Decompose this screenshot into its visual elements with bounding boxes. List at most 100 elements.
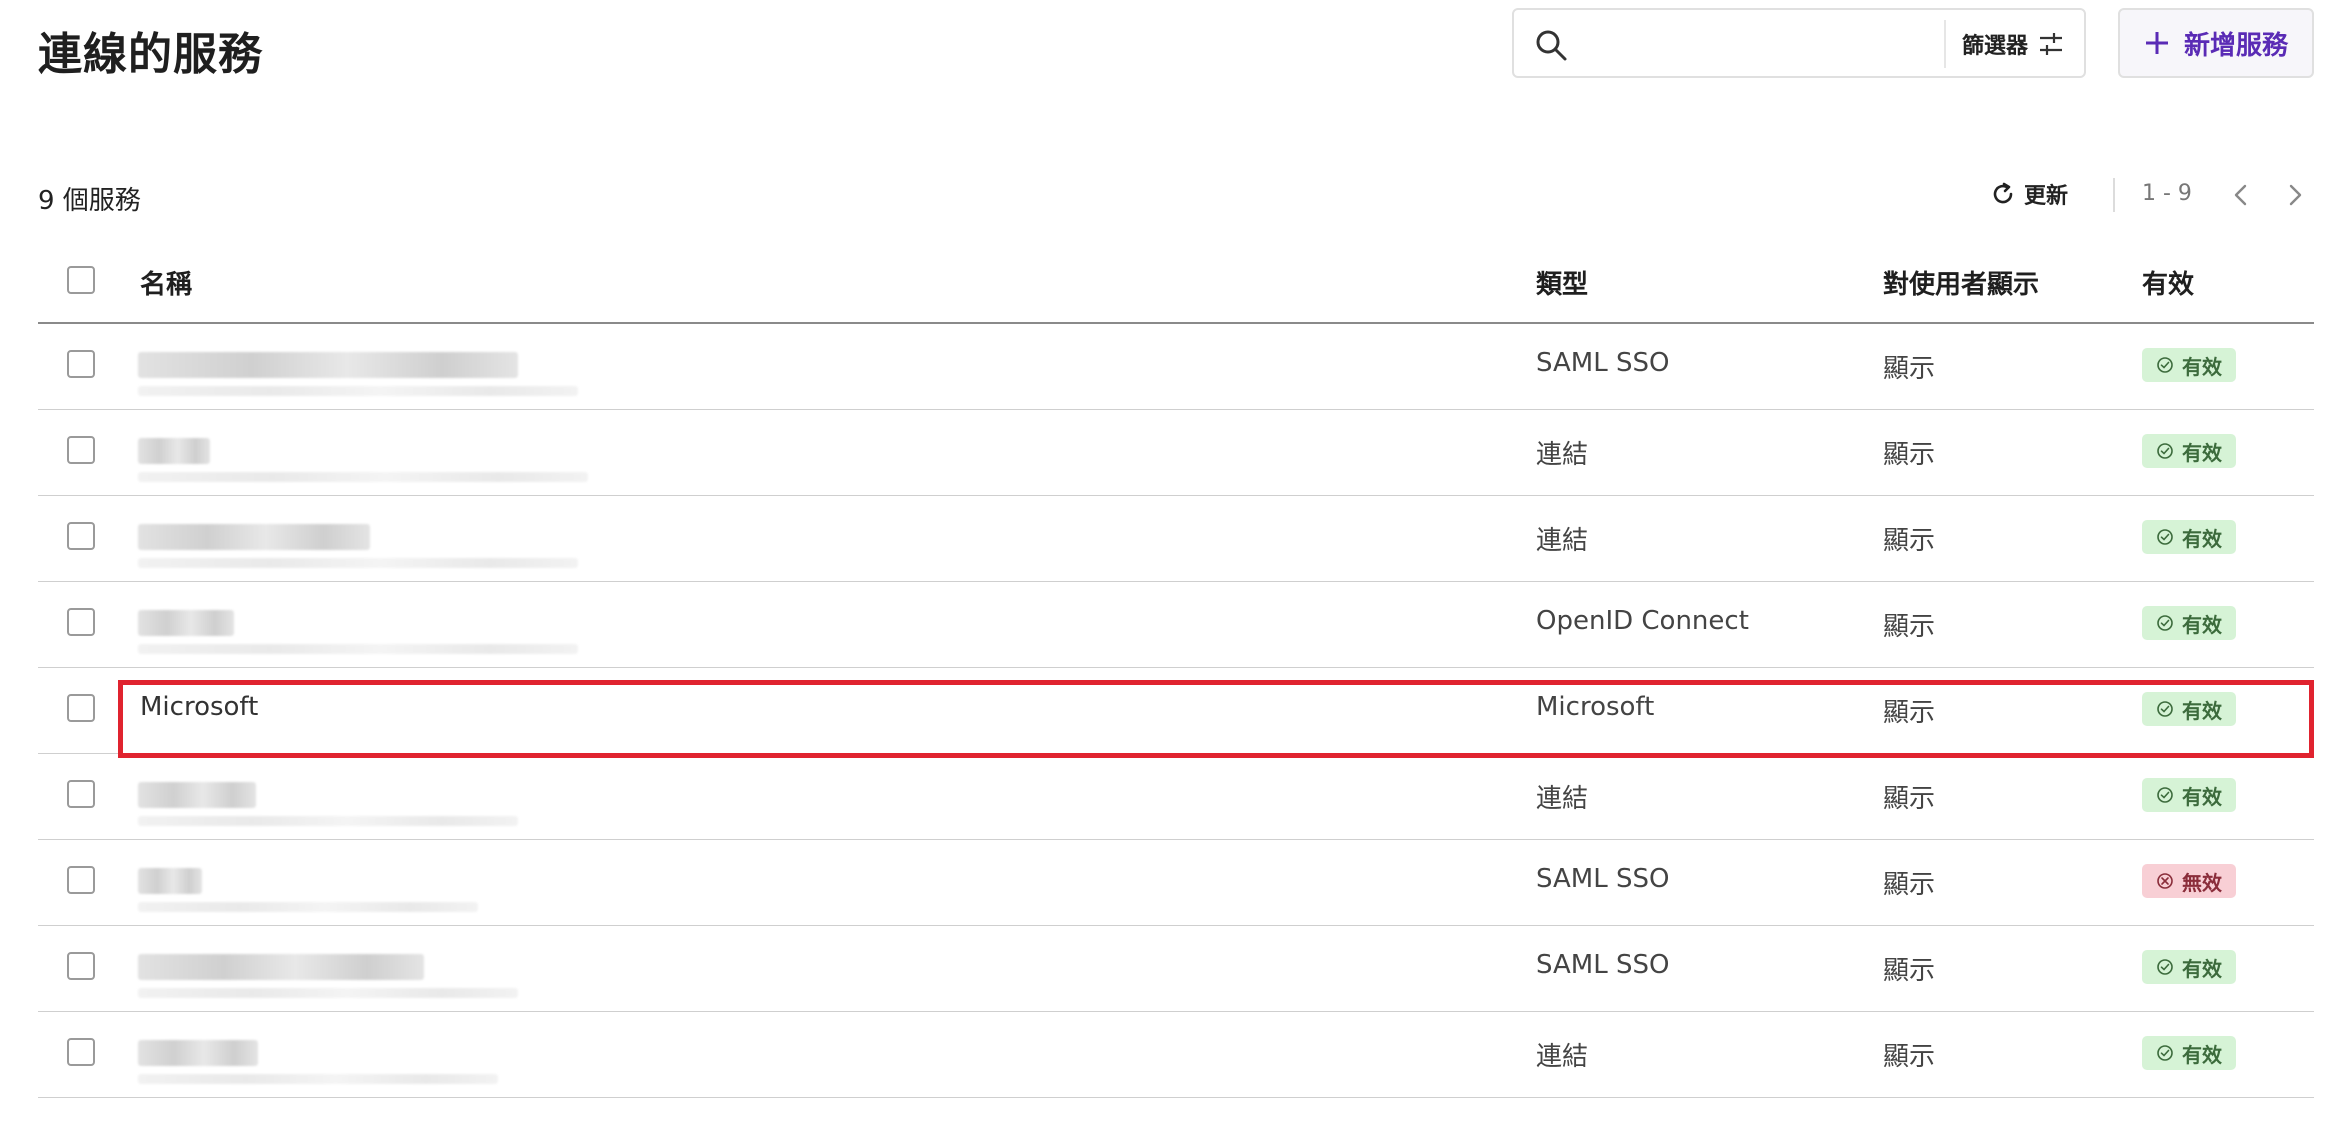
service-visibility: 顯示 [1883, 698, 1936, 728]
row-checkbox[interactable] [67, 866, 95, 894]
service-type: SAML SSO [1536, 950, 1670, 980]
service-type: 連結 [1536, 526, 1589, 556]
redacted-service-name [138, 524, 370, 550]
row-checkbox[interactable] [67, 780, 95, 808]
status-badge: 有效 [2142, 606, 2236, 640]
status-cell: 有效 [2142, 520, 2236, 554]
check-circle-icon [2157, 701, 2173, 717]
status-label: 無效 [2182, 870, 2222, 895]
column-header-status[interactable]: 有效 [2142, 264, 2194, 301]
redacted-service-name [138, 438, 210, 464]
service-visibility: 顯示 [1883, 612, 1936, 642]
redacted-service-name [138, 1040, 258, 1066]
refresh-button[interactable]: 更新 [1990, 178, 2068, 210]
service-visibility: 顯示 [1883, 526, 1936, 556]
redacted-service-name [138, 610, 234, 636]
check-circle-icon [2157, 959, 2173, 975]
table-row[interactable]: Microsoft Microsoft 顯示 有效 [38, 668, 2314, 754]
row-checkbox[interactable] [67, 608, 95, 636]
table-row[interactable]: 連結 顯示 有效 [38, 496, 2314, 582]
row-checkbox[interactable] [67, 694, 95, 722]
service-visibility: 顯示 [1883, 1042, 1936, 1072]
check-circle-icon [2157, 787, 2173, 803]
status-label: 有效 [2182, 784, 2222, 809]
redacted-service-detail [138, 988, 518, 998]
table-row[interactable]: SAML SSO 顯示 無效 [38, 840, 2314, 926]
status-cell: 有效 [2142, 950, 2236, 984]
status-label: 有效 [2182, 698, 2222, 723]
status-cell: 有效 [2142, 692, 2236, 726]
column-header-name[interactable]: 名稱 [140, 264, 192, 301]
service-type: 連結 [1536, 440, 1589, 470]
table-row[interactable]: SAML SSO 顯示 有效 [38, 324, 2314, 410]
service-visibility: 顯示 [1883, 870, 1936, 900]
row-checkbox[interactable] [67, 436, 95, 464]
service-type: 連結 [1536, 784, 1589, 814]
table-row[interactable]: 連結 顯示 有效 [38, 410, 2314, 496]
check-circle-icon [2157, 615, 2173, 631]
service-name[interactable]: Microsoft [140, 692, 258, 722]
status-label: 有效 [2182, 440, 2222, 465]
status-badge: 有效 [2142, 434, 2236, 468]
plus-icon [2145, 32, 2168, 54]
page-title: 連線的服務 [38, 29, 263, 80]
sliders-icon [2040, 33, 2063, 55]
column-header-visibility[interactable]: 對使用者顯示 [1883, 264, 2039, 301]
table-row[interactable]: OpenID Connect 顯示 有效 [38, 582, 2314, 668]
check-circle-icon [2157, 357, 2173, 373]
redacted-service-detail [138, 1074, 498, 1084]
service-visibility: 顯示 [1883, 956, 1936, 986]
status-cell: 有效 [2142, 434, 2236, 468]
status-label: 有效 [2182, 612, 2222, 637]
search-icon [1536, 30, 1567, 61]
redacted-service-name [138, 352, 518, 378]
status-badge: 有效 [2142, 950, 2236, 984]
check-circle-icon [2157, 443, 2173, 459]
status-cell: 有效 [2142, 1036, 2236, 1070]
redacted-service-detail [138, 558, 578, 568]
service-type: 連結 [1536, 1042, 1589, 1072]
add-service-button[interactable]: 新增服務 [2118, 8, 2314, 78]
redacted-service-name [138, 868, 202, 894]
page-range: 1 - 9 [2142, 181, 2192, 206]
redacted-service-detail [138, 472, 588, 482]
row-checkbox[interactable] [67, 522, 95, 550]
status-badge: 無效 [2142, 864, 2236, 898]
status-cell: 有效 [2142, 348, 2236, 382]
table-row[interactable]: 連結 顯示 有效 [38, 754, 2314, 840]
redacted-service-detail [138, 902, 478, 912]
status-badge: 有效 [2142, 778, 2236, 812]
status-cell: 有效 [2142, 606, 2236, 640]
table-header: 名稱 類型 對使用者顯示 有效 [38, 246, 2314, 324]
select-all-checkbox[interactable] [67, 266, 95, 294]
row-checkbox[interactable] [67, 1038, 95, 1066]
search-divider [1944, 20, 1946, 68]
refresh-icon [1993, 182, 2013, 204]
status-label: 有效 [2182, 1042, 2222, 1067]
table-row[interactable]: 連結 顯示 有效 [38, 1012, 2314, 1098]
service-type: OpenID Connect [1536, 606, 1749, 636]
table-body: SAML SSO 顯示 有效 連結 顯示 有效 連結 顯示 有效 OpenID Connect 顯示… [38, 324, 2314, 1098]
search-field[interactable]: 篩選器 [1512, 8, 2086, 78]
status-label: 有效 [2182, 526, 2222, 551]
status-badge: 有效 [2142, 348, 2236, 382]
status-cell: 有效 [2142, 778, 2236, 812]
row-checkbox[interactable] [67, 350, 95, 378]
status-label: 有效 [2182, 354, 2222, 379]
row-checkbox[interactable] [67, 952, 95, 980]
column-header-type[interactable]: 類型 [1536, 264, 1588, 301]
service-type: SAML SSO [1536, 864, 1670, 894]
redacted-service-detail [138, 644, 578, 654]
chevron-left-icon[interactable] [2226, 178, 2256, 212]
chevron-right-icon[interactable] [2280, 178, 2310, 212]
service-type: Microsoft [1536, 692, 1655, 722]
table-row[interactable]: SAML SSO 顯示 有效 [38, 926, 2314, 1012]
redacted-service-name [138, 782, 256, 808]
redacted-service-name [138, 954, 424, 980]
x-circle-icon [2157, 873, 2173, 889]
filter-button[interactable]: 篩選器 [1962, 26, 2064, 62]
status-label: 有效 [2182, 956, 2222, 981]
service-visibility: 顯示 [1883, 354, 1936, 384]
check-circle-icon [2157, 529, 2173, 545]
status-badge: 有效 [2142, 1036, 2236, 1070]
